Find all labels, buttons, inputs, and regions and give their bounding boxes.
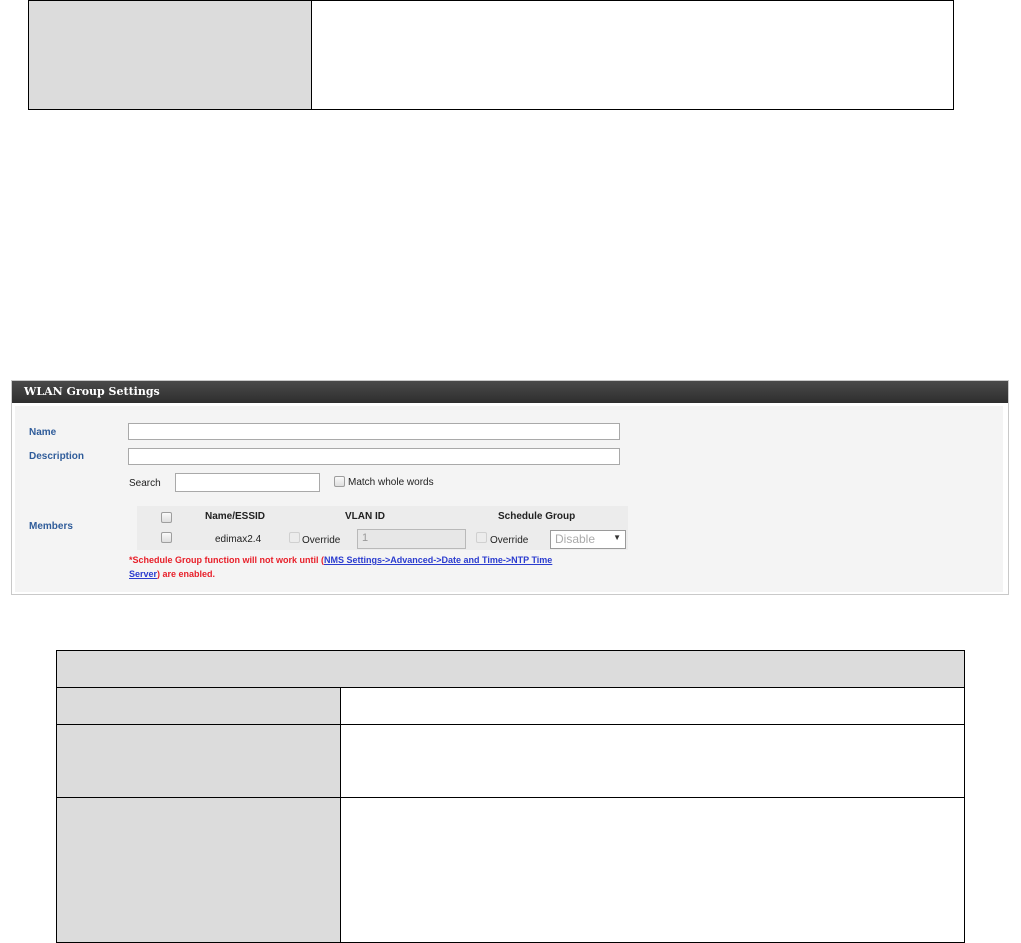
vlan-override-label: Override: [302, 535, 341, 546]
warning-suffix: ) are enabled.: [157, 569, 216, 579]
vlan-override-checkbox[interactable]: [289, 532, 300, 543]
schedule-group-select[interactable]: Disable ▼: [550, 530, 626, 549]
schedule-warning-line-2: Server) are enabled.: [129, 569, 215, 579]
ntp-settings-link[interactable]: NMS Settings->Advanced->Date and Time->N…: [324, 555, 552, 565]
bottom-description-table: [56, 650, 965, 943]
schedule-warning-line-1: *Schedule Group function will not work u…: [129, 555, 552, 565]
member-row-checkbox[interactable]: [161, 532, 172, 543]
schedule-override-checkbox[interactable]: [476, 532, 487, 543]
column-header-essid: Name/ESSID: [205, 511, 266, 522]
wlan-group-settings-panel: WLAN Group Settings Name Description Sea…: [11, 380, 1009, 595]
select-all-members-checkbox[interactable]: [161, 512, 172, 523]
search-input[interactable]: [175, 473, 320, 492]
column-header-vlan-id: VLAN ID: [345, 511, 385, 522]
bottom-table-header: [57, 651, 964, 687]
schedule-group-value: Disable: [555, 532, 596, 546]
name-input[interactable]: [128, 423, 620, 440]
ntp-settings-link-continued[interactable]: Server: [129, 569, 157, 579]
match-whole-words-label: Match whole words: [348, 477, 434, 488]
member-essid: edimax2.4: [215, 534, 262, 545]
row-2-label-cell: [57, 725, 340, 797]
warning-prefix: *Schedule Group function will not work u…: [129, 555, 324, 565]
panel-header: WLAN Group Settings: [12, 381, 1008, 403]
description-input[interactable]: [128, 448, 620, 465]
match-whole-words-checkbox[interactable]: [334, 476, 345, 487]
schedule-override-label: Override: [490, 535, 529, 546]
description-label: Description: [29, 451, 85, 462]
column-header-schedule-group: Schedule Group: [498, 511, 576, 522]
top-description-table: [28, 0, 954, 110]
chevron-down-icon: ▼: [613, 533, 621, 542]
members-label: Members: [29, 521, 73, 532]
top-table-value-cell: [312, 1, 953, 109]
vlan-id-input[interactable]: 1: [357, 529, 466, 549]
search-label: Search: [129, 478, 161, 489]
row-3-label-cell: [57, 798, 340, 942]
top-table-label-cell: [29, 1, 312, 109]
column-divider: [340, 688, 341, 942]
row-1-label-cell: [57, 688, 340, 724]
name-label: Name: [29, 427, 57, 438]
